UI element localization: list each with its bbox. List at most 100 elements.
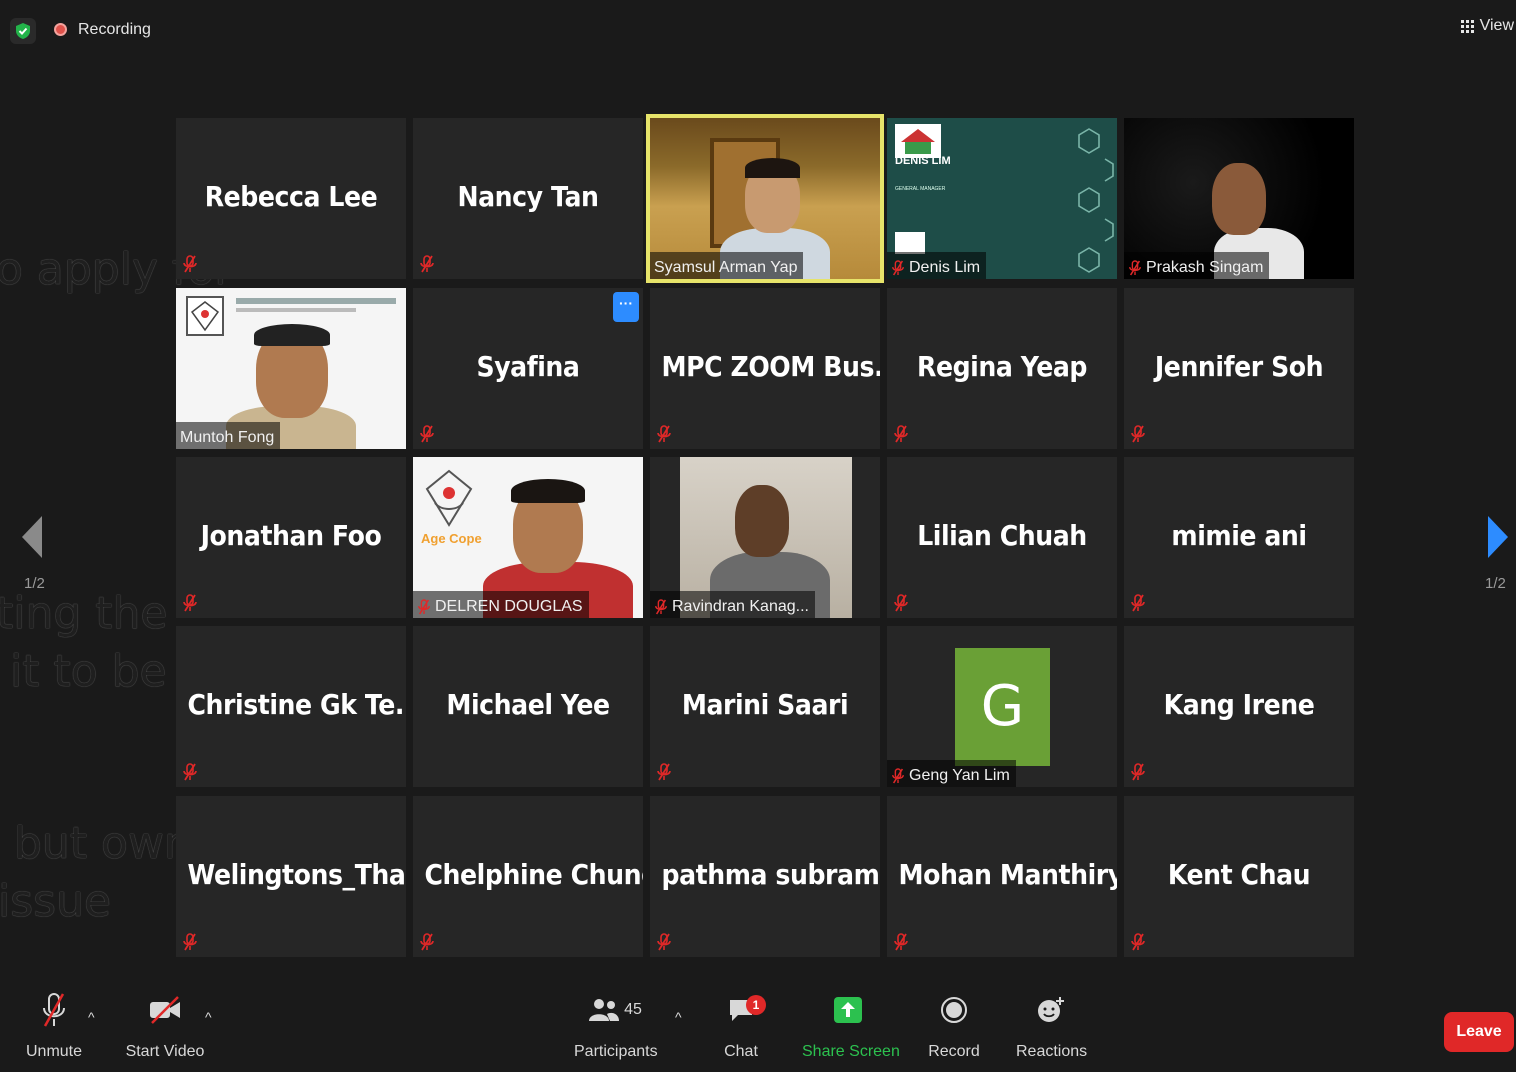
avatar: G: [955, 648, 1050, 766]
leave-button[interactable]: Leave: [1444, 1012, 1514, 1052]
chat-label: Chat: [724, 1043, 758, 1060]
participant-tile[interactable]: Regina Yeap: [887, 288, 1117, 449]
start-video-button[interactable]: Start Video: [124, 985, 206, 1061]
view-button[interactable]: View: [1460, 17, 1514, 35]
participant-count: 45: [624, 1001, 642, 1018]
chevron-right-icon: [1488, 516, 1508, 558]
participant-name: Michael Yee: [446, 688, 610, 721]
participant-tile[interactable]: pathma subram...: [650, 796, 880, 957]
participants-label: Participants: [574, 1043, 658, 1060]
muted-mic-icon: [420, 933, 434, 951]
participant-label: Geng Yan Lim: [887, 760, 1016, 787]
participant-tile[interactable]: Ravindran Kanag...: [650, 457, 880, 618]
participant-tile[interactable]: Lilian Chuah: [887, 457, 1117, 618]
agecope-logo: [421, 467, 477, 529]
participant-tile[interactable]: Prakash Singam: [1124, 118, 1354, 279]
background-text-5: issue: [0, 876, 112, 927]
participant-tile[interactable]: Chelphine Chung: [413, 796, 643, 957]
header-text-bar: [236, 298, 396, 304]
muted-mic-icon: [183, 933, 197, 951]
person-head: [1212, 163, 1266, 235]
participant-name: Nancy Tan: [457, 180, 599, 213]
record-icon: [941, 997, 967, 1023]
agecope-logo: [186, 296, 224, 336]
participant-tile[interactable]: MPC ZOOM Bus...: [650, 288, 880, 449]
audio-options-caret-icon[interactable]: ^: [88, 1009, 95, 1025]
participant-name: Kent Chau: [1167, 858, 1311, 891]
muted-mic-icon: [894, 425, 908, 443]
participant-tile[interactable]: Christine Gk Te...: [176, 626, 406, 787]
header-text-bar: [236, 308, 356, 312]
participant-name: Prakash Singam: [1146, 258, 1264, 276]
participant-name: Denis Lim: [909, 258, 981, 276]
participant-name: Ravindran Kanag...: [672, 597, 809, 615]
muted-mic-icon: [420, 255, 434, 273]
video-options-caret-icon[interactable]: ^: [205, 1009, 212, 1025]
unmute-label: Unmute: [25, 1043, 83, 1060]
participant-label: Syamsul Arman Yap: [650, 252, 804, 279]
participant-name: Mohan Manthiry: [898, 858, 1118, 891]
muted-mic-icon: [183, 763, 197, 781]
unmute-button[interactable]: Unmute: [24, 985, 84, 1061]
participant-label: Ravindran Kanag...: [650, 591, 815, 618]
view-label: View: [1479, 17, 1514, 34]
microphone-muted-icon: [43, 993, 65, 1027]
participant-tile[interactable]: Welingtons_Tha...: [176, 796, 406, 957]
record-button[interactable]: Record: [928, 985, 980, 1061]
participant-label: Prakash Singam: [1124, 252, 1270, 279]
card-title: DENIS LIM: [895, 155, 951, 167]
participant-label: DELREN DOUGLAS: [413, 591, 589, 618]
participant-tile-active-speaker[interactable]: Syamsul Arman Yap: [646, 114, 884, 283]
participant-name: mimie ani: [1171, 519, 1307, 552]
participant-name: Regina Yeap: [916, 350, 1088, 383]
muted-mic-icon: [1131, 763, 1145, 781]
participant-name: Jennifer Soh: [1154, 350, 1324, 383]
start-video-label: Start Video: [125, 1043, 205, 1060]
page-indicator-left: 1/2: [24, 575, 45, 592]
participant-tile[interactable]: Nancy Tan: [413, 118, 643, 279]
more-options-button[interactable]: ···: [613, 292, 639, 322]
reactions-label: Reactions: [1016, 1043, 1088, 1060]
share-screen-button[interactable]: Share Screen: [802, 985, 900, 1061]
muted-mic-icon: [657, 763, 671, 781]
participant-tile[interactable]: Muntoh Fong: [176, 288, 406, 449]
participant-tile[interactable]: Kent Chau: [1124, 796, 1354, 957]
participant-name: Chelphine Chung: [424, 858, 644, 891]
participant-tile[interactable]: Mohan Manthiry: [887, 796, 1117, 957]
participant-tile[interactable]: Age Cope DELREN DOUGLAS: [413, 457, 643, 618]
muted-mic-icon: [1131, 425, 1145, 443]
security-shield-icon[interactable]: [10, 18, 36, 44]
participant-tile[interactable]: ··· Syafina: [413, 288, 643, 449]
meeting-toolbar: Unmute ^ Start Video ^ 45 Participants ^…: [0, 985, 1516, 1072]
participant-name: Rebecca Lee: [204, 180, 378, 213]
participant-tile[interactable]: DENIS LIM GENERAL MANAGER Denis Lim: [887, 118, 1117, 279]
muted-mic-icon: [892, 259, 904, 275]
gallery-grid: Rebecca Lee Nancy Tan Syamsul Arman Yap …: [176, 114, 1356, 958]
recording-label: Recording: [78, 21, 151, 38]
muted-mic-icon: [892, 767, 904, 783]
participant-tile[interactable]: mimie ani: [1124, 457, 1354, 618]
participant-label: Denis Lim: [887, 252, 987, 279]
participant-tile[interactable]: Jennifer Soh: [1124, 288, 1354, 449]
participant-tile[interactable]: G Geng Yan Lim: [887, 626, 1117, 787]
participant-name: Syafina: [476, 350, 580, 383]
participant-label: Muntoh Fong: [176, 422, 281, 449]
share-screen-label: Share Screen: [802, 1043, 900, 1060]
participant-tile[interactable]: Michael Yee: [413, 626, 643, 787]
person-hair: [511, 479, 585, 503]
participant-tile[interactable]: Jonathan Foo: [176, 457, 406, 618]
next-page-button[interactable]: [1486, 516, 1508, 563]
participant-tile[interactable]: Marini Saari: [650, 626, 880, 787]
participant-name: Syamsul Arman Yap: [654, 258, 798, 276]
participant-name: Muntoh Fong: [180, 428, 275, 446]
participants-options-caret-icon[interactable]: ^: [675, 1009, 682, 1025]
reactions-button[interactable]: Reactions: [1016, 985, 1088, 1061]
video-camera-off-icon: [150, 996, 180, 1024]
muted-mic-icon: [1131, 933, 1145, 951]
previous-page-button[interactable]: [22, 516, 44, 563]
participants-button[interactable]: 45 Participants: [574, 985, 658, 1061]
participant-name: Kang Irene: [1163, 688, 1315, 721]
participant-tile[interactable]: Kang Irene: [1124, 626, 1354, 787]
participant-tile[interactable]: Rebecca Lee: [176, 118, 406, 279]
participants-icon: [589, 999, 620, 1021]
